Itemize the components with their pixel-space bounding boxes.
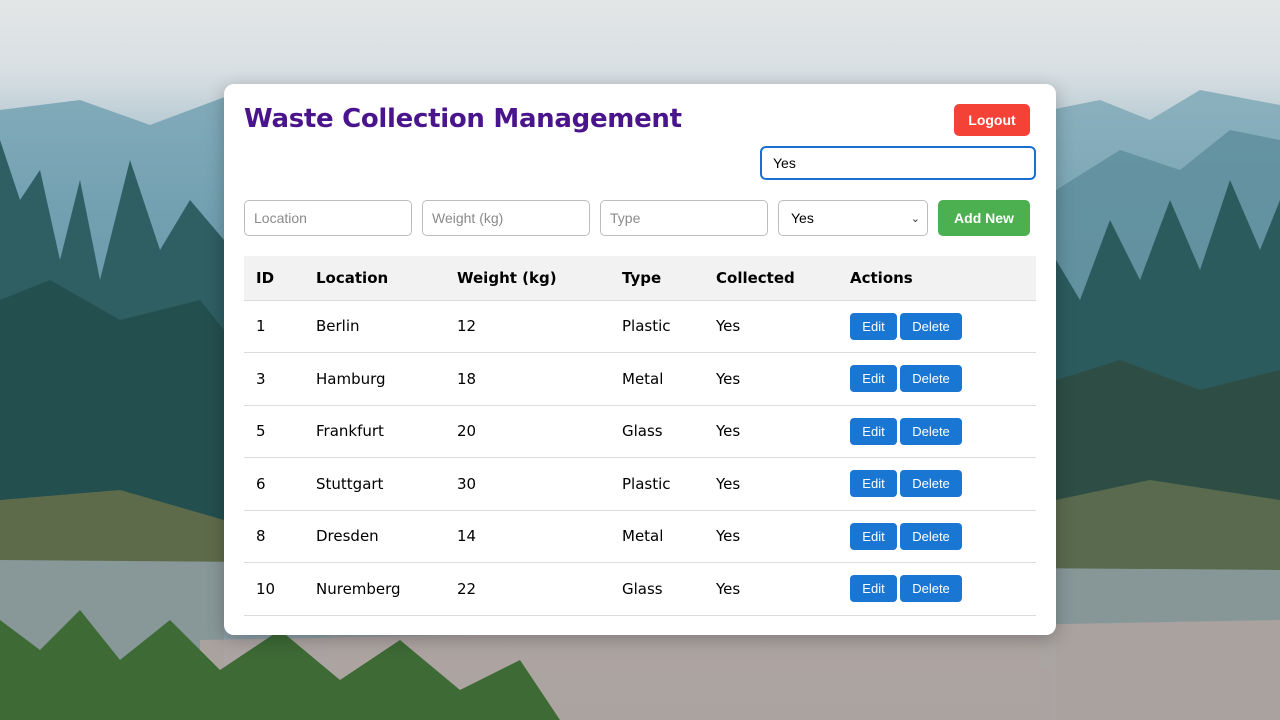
cell-weight: 14 — [445, 510, 610, 563]
cell-type: Glass — [610, 405, 704, 458]
cell-collected: Yes — [704, 352, 838, 406]
table-row: 6 Stuttgart 30 Plastic Yes Edit Delete — [244, 457, 1036, 511]
header-actions: Actions — [838, 256, 1036, 301]
edit-button[interactable]: Edit — [850, 470, 897, 498]
cell-collected: Yes — [704, 510, 838, 563]
header-id: ID — [244, 256, 304, 301]
cell-collected: Yes — [704, 405, 838, 458]
cell-weight: 18 — [445, 352, 610, 406]
search-input[interactable]: Yes — [760, 146, 1036, 180]
cell-collected: Yes — [704, 457, 838, 511]
delete-button[interactable]: Delete — [900, 470, 962, 498]
weight-field[interactable]: Weight (kg) — [422, 200, 590, 236]
cell-type: Metal — [610, 352, 704, 406]
cell-actions: Edit Delete — [838, 562, 1036, 616]
header-type: Type — [610, 256, 704, 301]
cell-weight: 20 — [445, 405, 610, 458]
header-location: Location — [304, 256, 445, 301]
cell-collected: Yes — [704, 562, 838, 616]
cell-location: Hamburg — [304, 352, 445, 406]
type-placeholder: Type — [610, 210, 641, 226]
cell-actions: Edit Delete — [838, 510, 1036, 563]
cell-location: Dresden — [304, 510, 445, 563]
table-row: 10 Nuremberg 22 Glass Yes Edit Delete — [244, 562, 1036, 616]
cell-id: 3 — [244, 352, 304, 406]
edit-button[interactable]: Edit — [850, 417, 897, 445]
delete-button[interactable]: Delete — [900, 522, 962, 550]
collected-select-value: Yes — [791, 210, 814, 226]
table-row: 5 Frankfurt 20 Glass Yes Edit Delete — [244, 405, 1036, 458]
edit-button[interactable]: Edit — [850, 575, 897, 603]
delete-button[interactable]: Delete — [900, 575, 962, 603]
cell-weight: 30 — [445, 457, 610, 511]
cell-id: 5 — [244, 405, 304, 458]
cell-location: Berlin — [304, 300, 445, 353]
chevron-down-icon: ⌄ — [910, 212, 920, 225]
delete-button[interactable]: Delete — [900, 312, 962, 340]
table-header-row: ID Location Weight (kg) Type Collected A… — [244, 256, 1036, 301]
cell-collected: Yes — [704, 300, 838, 353]
table-row: 3 Hamburg 18 Metal Yes Edit Delete — [244, 352, 1036, 406]
cell-actions: Edit Delete — [838, 405, 1036, 458]
header-weight: Weight (kg) — [445, 256, 610, 301]
location-placeholder: Location — [254, 210, 307, 226]
add-new-button[interactable]: Add New — [938, 200, 1030, 236]
cell-id: 1 — [244, 300, 304, 353]
cell-id: 10 — [244, 562, 304, 616]
waste-table: ID Location Weight (kg) Type Collected A… — [244, 256, 1036, 616]
cell-weight: 22 — [445, 562, 610, 616]
cell-type: Metal — [610, 510, 704, 563]
cell-type: Glass — [610, 562, 704, 616]
cell-type: Plastic — [610, 457, 704, 511]
edit-button[interactable]: Edit — [850, 312, 897, 340]
cell-location: Frankfurt — [304, 405, 445, 458]
collected-select[interactable]: Yes ⌄ — [778, 200, 928, 236]
page-title: Waste Collection Management — [244, 104, 682, 134]
delete-button[interactable]: Delete — [900, 417, 962, 445]
table-row: 8 Dresden 14 Metal Yes Edit Delete — [244, 510, 1036, 563]
search-input-value: Yes — [773, 155, 796, 171]
logout-button[interactable]: Logout — [954, 104, 1030, 136]
cell-location: Stuttgart — [304, 457, 445, 511]
cell-actions: Edit Delete — [838, 352, 1036, 406]
cell-id: 6 — [244, 457, 304, 511]
cell-actions: Edit Delete — [838, 457, 1036, 511]
weight-placeholder: Weight (kg) — [432, 210, 504, 226]
cell-weight: 12 — [445, 300, 610, 353]
edit-button[interactable]: Edit — [850, 522, 897, 550]
cell-location: Nuremberg — [304, 562, 445, 616]
main-panel: Waste Collection Management Logout Yes L… — [224, 84, 1056, 635]
cell-id: 8 — [244, 510, 304, 563]
location-field[interactable]: Location — [244, 200, 412, 236]
cell-type: Plastic — [610, 300, 704, 353]
delete-button[interactable]: Delete — [900, 365, 962, 393]
edit-button[interactable]: Edit — [850, 365, 897, 393]
type-field[interactable]: Type — [600, 200, 768, 236]
table-row: 1 Berlin 12 Plastic Yes Edit Delete — [244, 300, 1036, 353]
header-collected: Collected — [704, 256, 838, 301]
cell-actions: Edit Delete — [838, 300, 1036, 353]
